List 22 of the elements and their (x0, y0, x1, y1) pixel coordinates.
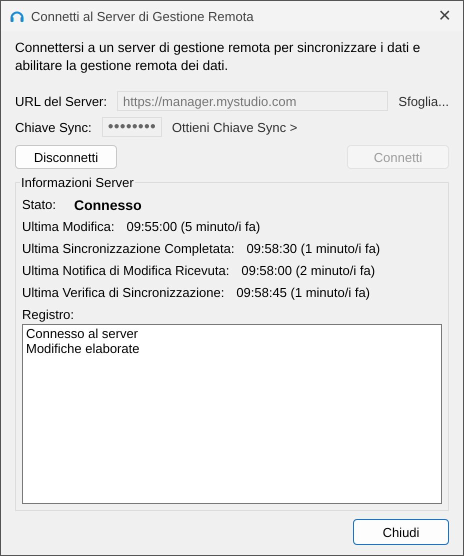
info-value: 09:58:45 (1 minuto/i fa) (236, 284, 370, 302)
info-label: Ultima Verifica di Sincronizzazione: (22, 284, 224, 302)
info-label: Stato: (22, 196, 56, 214)
field-label: URL del Server: (15, 94, 107, 108)
log-entry: Modifiche elaborate (26, 341, 140, 356)
info-label: Ultima Sincronizzazione Completata: (22, 240, 234, 258)
field-label: Chiave Sync: (15, 120, 92, 134)
info-label: Ultima Modifica: (22, 218, 114, 236)
status-value: Connesso (74, 196, 142, 215)
info-label: Ultima Notifica di Modifica Ricevuta: (22, 262, 230, 280)
log-box[interactable]: Connesso al server Modifiche elaborate (22, 324, 442, 504)
close-button[interactable]: ✕ (432, 6, 457, 26)
description-text: Connettersi a un server di gestione remota per sincronizzare i dati e abilitare la gestione remota dei dati. (15, 39, 422, 75)
info-value: 09:58:30 (1 minuto/i fa) (246, 240, 380, 258)
close-dialog-button[interactable]: Chiudi (353, 519, 449, 545)
group-title: Informazioni Server (20, 175, 135, 190)
window-title: Connetti al Server di Gestione Remota (31, 8, 255, 24)
disconnect-button[interactable]: Disconnetti (15, 145, 117, 169)
info-value: 09:55:00 (5 minuto/i fa) (126, 218, 260, 236)
log-entry: Connesso al server (26, 326, 138, 341)
log-label: Registro: (22, 306, 76, 324)
info-value: 09:58:00 (2 minuto/i fa) (241, 262, 376, 280)
